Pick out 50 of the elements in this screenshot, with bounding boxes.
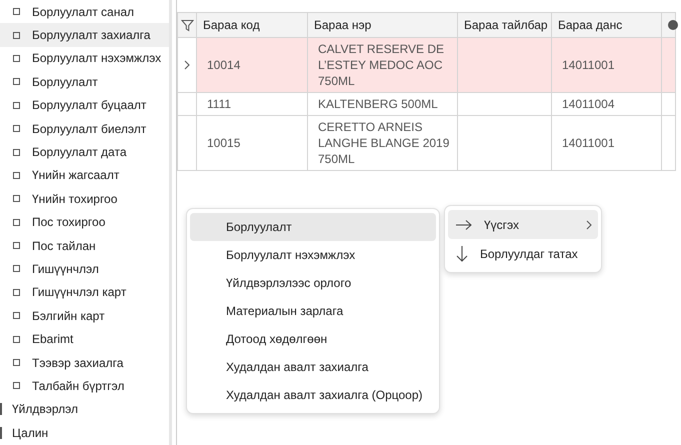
filter-icon[interactable] <box>180 18 194 32</box>
menu-item[interactable]: Худалдан авалт захиалга <box>190 353 436 381</box>
menu-item[interactable]: Материалын зарлага <box>190 297 436 325</box>
sidebar-item[interactable]: Борлуулалт нэхэмжлэх <box>0 46 169 70</box>
sidebar-item[interactable]: Пос тохиргоо <box>0 210 169 234</box>
table-row[interactable]: 1111 KALTENBERG 500ML 14011004 <box>178 92 676 116</box>
menu-item[interactable]: Дотоод хөдөлгөөн <box>190 325 436 353</box>
sidebar-item[interactable]: Гишүүнчлэл <box>0 257 169 281</box>
table-row[interactable]: 10015 CERETTO ARNEIS LANGHE BLANGE 2019 750ML 14011001 <box>178 116 676 170</box>
table-cell: 14011001 <box>562 58 614 72</box>
arrow-down-icon <box>456 246 468 262</box>
sidebar-item[interactable]: Үнийн жагсаалт <box>0 164 169 188</box>
sidebar-module-item[interactable]: Үйлдвэрлэл <box>0 398 169 422</box>
sidebar-item[interactable]: Талбайн бүртгэл <box>0 374 169 398</box>
sidebar-item[interactable]: Үнийн тохиргоо <box>0 187 169 211</box>
sidebar-item[interactable]: Борлуулалт дата <box>0 140 169 164</box>
sidebar-item[interactable]: Пос тайлан <box>0 234 169 258</box>
sidebar-item[interactable]: Борлуулалт санал <box>0 0 169 24</box>
table-row[interactable]: 10014 CALVET RESERVE DE L’ESTEY MEDOC AOC 750ML 14011001 <box>178 38 676 92</box>
menu-item[interactable]: Худалдан авалт захиалга (Орцоор) <box>190 381 436 409</box>
table-cell: 10015 <box>207 136 240 150</box>
table-cell: CALVET RESERVE DE L’ESTEY MEDOC AOC 750ML <box>318 42 444 88</box>
chevron-right-icon <box>184 60 190 70</box>
column-header[interactable]: Бараа нэр <box>308 12 458 38</box>
sidebar-item[interactable]: Ebarimt <box>0 327 169 351</box>
table-cell: CERETTO ARNEIS LANGHE BLANGE 2019 750ML <box>318 120 450 166</box>
table-cell: 14011004 <box>562 97 614 111</box>
sidebar-module-item[interactable]: Цалин <box>0 421 169 444</box>
table-cell: 1111 <box>207 97 232 111</box>
column-header[interactable]: Бараа данс <box>552 12 662 38</box>
menu-item[interactable]: Борлуулалт <box>190 213 436 241</box>
column-header[interactable]: Бараа код <box>196 12 308 38</box>
sidebar-item[interactable]: Борлуулалт буцаалт <box>0 94 169 117</box>
menu-item[interactable]: Борлуулалт нэхэмжлэх <box>190 241 436 269</box>
sidebar-item[interactable]: Борлуулалт <box>0 70 169 94</box>
dot-icon <box>668 20 678 30</box>
table-cell: KALTENBERG 500ML <box>318 97 438 111</box>
column-header[interactable]: Бараа тайлбар <box>458 12 552 38</box>
sidebar-item[interactable]: Тээвэр захиалга <box>0 350 169 374</box>
sidebar-item[interactable]: Гишүүнчлэл карт <box>0 280 169 304</box>
sidebar-item[interactable]: Борлуулалт биелэлт <box>0 116 169 140</box>
menu-item[interactable]: Үүсгэх <box>448 210 598 239</box>
sidebar-item[interactable]: Бэлгийн карт <box>0 304 169 328</box>
sidebar-item[interactable]: Борлуулалт захиалга <box>0 23 169 47</box>
table-cell: 10014 <box>207 58 240 72</box>
menu-item[interactable]: Борлуулдаг татах <box>448 239 598 268</box>
menu-item[interactable]: Үйлдвэрлэлээс орлого <box>190 269 436 297</box>
table-cell: 14011001 <box>562 136 614 150</box>
filter-header[interactable] <box>178 12 196 38</box>
arrow-right-icon <box>456 220 472 230</box>
